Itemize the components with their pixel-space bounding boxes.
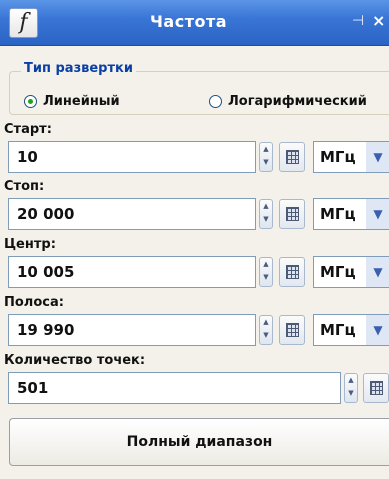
span-label: Полоса: xyxy=(4,295,64,310)
points-spin-icon[interactable]: ▲ ▼ xyxy=(344,373,358,403)
close-icon[interactable]: × xyxy=(372,11,385,30)
center-unit-select[interactable]: МГц ▼ xyxy=(313,256,389,288)
stop-label: Стоп: xyxy=(4,179,45,194)
sweep-type-legend: Тип развертки xyxy=(21,61,136,76)
window-title: Частота xyxy=(150,12,228,31)
start-label: Старт: xyxy=(4,122,52,137)
stop-spin-icon[interactable]: ▲ ▼ xyxy=(259,199,273,229)
radio-linear-label: Линейный xyxy=(43,93,120,109)
start-input[interactable]: 10 xyxy=(8,141,256,173)
stop-unit-select[interactable]: МГц ▼ xyxy=(313,198,389,230)
span-unit-select[interactable]: МГц ▼ xyxy=(313,314,389,346)
radio-log-label: Логарифмический xyxy=(228,93,367,109)
points-input[interactable]: 501 xyxy=(8,372,341,404)
stop-calculator-icon[interactable] xyxy=(279,199,305,229)
center-spin-icon[interactable]: ▲ ▼ xyxy=(259,257,273,287)
stop-input[interactable]: 20 000 xyxy=(8,198,256,230)
start-spin-icon[interactable]: ▲ ▼ xyxy=(259,142,273,172)
radio-unchecked-icon xyxy=(209,94,222,108)
title-bar: f Частота ⊣ × xyxy=(0,0,389,46)
radio-linear[interactable]: Линейный xyxy=(24,92,120,110)
chevron-down-icon[interactable]: ▼ xyxy=(366,199,389,229)
chevron-down-icon[interactable]: ▼ xyxy=(366,142,389,172)
points-calculator-icon[interactable] xyxy=(363,373,389,403)
full-range-button[interactable]: Полный диапазон xyxy=(9,418,389,466)
center-label: Центр: xyxy=(4,237,56,252)
radio-logarithmic[interactable]: Логарифмический xyxy=(209,92,367,110)
radio-checked-icon xyxy=(24,94,37,108)
chevron-down-icon[interactable]: ▼ xyxy=(366,257,389,287)
center-calculator-icon[interactable] xyxy=(279,257,305,287)
start-calculator-icon[interactable] xyxy=(279,142,305,172)
chevron-down-icon[interactable]: ▼ xyxy=(366,315,389,345)
span-spin-icon[interactable]: ▲ ▼ xyxy=(259,315,273,345)
span-input[interactable]: 19 990 xyxy=(8,314,256,346)
points-label: Количество точек: xyxy=(4,353,146,368)
function-icon: f xyxy=(9,8,38,38)
center-input[interactable]: 10 005 xyxy=(8,256,256,288)
pin-icon[interactable]: ⊣ xyxy=(352,13,364,29)
start-unit-select[interactable]: МГц ▼ xyxy=(313,141,389,173)
span-calculator-icon[interactable] xyxy=(279,315,305,345)
